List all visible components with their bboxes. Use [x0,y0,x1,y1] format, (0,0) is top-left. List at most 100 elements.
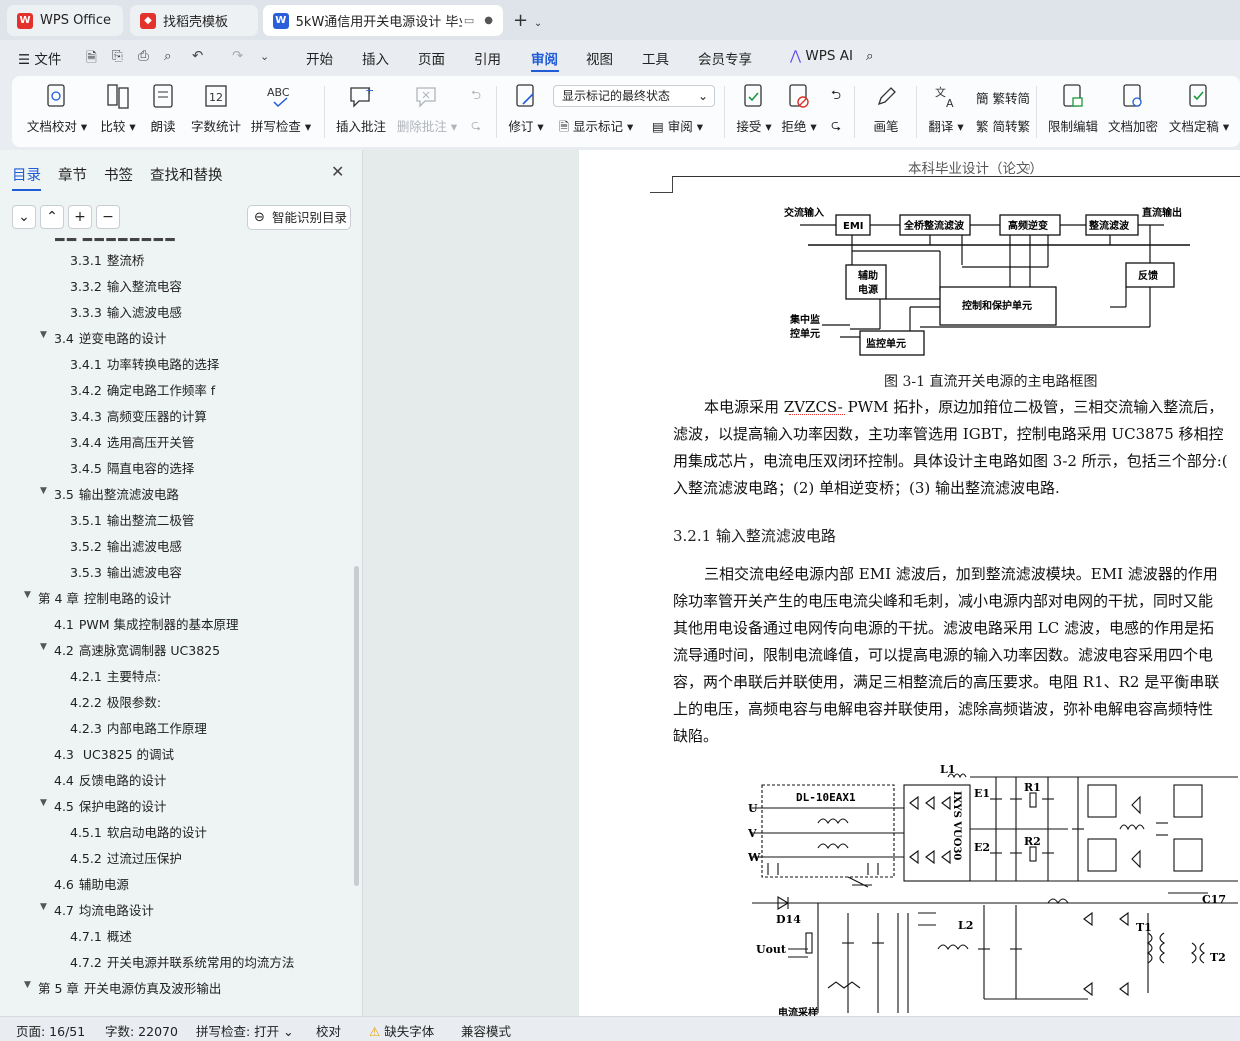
toc-item[interactable]: ▼ 第 5 章开关电源仿真及波形输出 [24,978,221,997]
save-icon[interactable]: 🗎 [86,48,97,71]
export-icon[interactable]: ⎘ [112,48,123,64]
expand-arrow-icon[interactable]: ▼ [40,902,47,912]
toc-item[interactable]: 4.2.3 内部电路工作原理 [70,718,207,737]
redo-icon[interactable]: ↷ [232,48,243,64]
toc-item[interactable]: 3.5.2 输出滤波电感 [70,536,182,555]
status-page[interactable]: 页面: 16/51 [16,1021,85,1040]
next-comment-icon[interactable]: ⮎ [464,116,488,137]
toc-item[interactable]: 4.7.2 开关电源并联系统常用的均流方法 [70,952,294,971]
revise-button[interactable]: 修订 ▾ [506,82,546,135]
toc-item[interactable]: ▼ 4.2 高速脉宽调制器 UC3825 [40,640,220,659]
toc-item[interactable]: 4.6 辅助电源 [54,874,129,893]
undo-icon[interactable]: ↶ [192,48,203,64]
expand-arrow-icon[interactable]: ▼ [40,330,47,340]
doc-check-button[interactable]: 文档校对 ▾ [26,82,88,135]
toc-item[interactable]: 3.4.5 隔直电容的选择 [70,458,194,477]
next-change-icon[interactable]: ⮎ [826,116,846,137]
expand-arrow-icon[interactable]: ▼ [24,980,31,990]
menu-review[interactable]: 审阅 [531,48,558,68]
close-icon[interactable]: ✕ [331,162,344,181]
search-icon[interactable]: ⌕ [866,48,874,64]
read-aloud-button[interactable]: 朗读 [148,82,178,135]
print-icon[interactable]: ⎙ [138,48,149,64]
expand-arrow-icon[interactable]: ▼ [40,798,47,808]
finalize-button[interactable]: 文档定稿 ▾ [1168,82,1230,135]
word-count-button[interactable]: 12 字数统计 [189,82,243,135]
toc-item[interactable]: 3.5.1 输出整流二极管 [70,510,194,529]
menu-file[interactable]: ☰ 文件 [18,48,61,68]
expand-arrow-icon[interactable]: ▼ [24,590,31,600]
toc-item[interactable]: 4.5.2 过流过压保护 [70,848,182,867]
pen-button[interactable]: 画笔 [868,82,904,135]
tab-find-replace[interactable]: 查找和替换 [150,164,223,185]
expand-arrow-icon[interactable]: ▼ [40,486,47,496]
tab-toc[interactable]: 目录 [12,164,41,191]
simp-to-trad-button[interactable]: 繁 简转繁 [976,116,1030,135]
status-proofread[interactable]: 校对 [316,1021,341,1040]
quick-access-dropdown-icon[interactable]: ⌄ [260,50,269,63]
toc-item[interactable]: 4.1 PWM 集成控制器的基本原理 [54,614,239,633]
toc-item[interactable]: 4.2.1 主要特点: [70,666,161,685]
toc-item[interactable]: ▼ 3.4 逆变电路的设计 [40,328,166,347]
collapse-up-button[interactable]: ⌃ [40,205,64,229]
toc-item[interactable]: 4.4 反馈电路的设计 [54,770,166,789]
toc-scrollbar[interactable] [354,566,359,886]
toc-item[interactable]: ▼ 第 4 章控制电路的设计 [24,588,171,607]
remove-heading-button[interactable]: − [96,205,120,229]
menu-home[interactable]: 开始 [306,48,333,68]
chevron-down-icon[interactable]: ⌄ [534,18,542,29]
toc-item[interactable]: 3.3.2 输入整流电容 [70,276,182,295]
expand-down-button[interactable]: ⌄ [12,205,36,229]
tab-daoke-templates[interactable]: ◆ 找稻壳模板 [130,5,258,36]
menu-view[interactable]: 视图 [586,48,613,68]
toc-item[interactable]: 3.4.4 选用高压开关管 [70,432,194,451]
toc-item[interactable]: 3.4.3 高频变压器的计算 [70,406,207,425]
prev-comment-icon[interactable]: ⮌ [464,86,488,107]
reject-button[interactable]: 拒绝 ▾ [779,82,819,135]
menu-reference[interactable]: 引用 [474,48,501,68]
restrict-edit-button[interactable]: 限制编辑 [1046,82,1100,135]
menu-wps-ai[interactable]: ⋀ WPS AI [790,48,853,64]
tab-wps-office[interactable]: W WPS Office [7,5,123,36]
markup-state-select[interactable]: 显示标记的最终状态 ⌄ [553,85,715,107]
menu-insert[interactable]: 插入 [362,48,389,68]
toc-item[interactable]: ▼ 3.5 输出整流滤波电路 [40,484,179,503]
menu-member[interactable]: 会员专享 [698,48,752,68]
toc-item[interactable]: 3.3.1 整流桥 [70,250,144,269]
toc-item[interactable]: 3.4.2 确定电路工作频率 f [70,380,215,399]
monitor-icon[interactable]: ▭ [464,14,474,27]
encrypt-button[interactable]: 文档加密 [1106,82,1160,135]
menu-page[interactable]: 页面 [418,48,445,68]
toc-item[interactable]: 4.2.2 极限参数: [70,692,161,711]
tab-bookmarks[interactable]: 书签 [104,164,133,185]
status-compat-mode[interactable]: 兼容模式 [461,1021,511,1040]
toc-item[interactable]: ▼ 4.5 保护电路的设计 [40,796,166,815]
prev-change-icon[interactable]: ⮌ [826,86,846,107]
translate-button[interactable]: 文A 翻译 ▾ [926,82,966,135]
toc-item[interactable]: ▼ 4.7 均流电路设计 [40,900,154,919]
trad-to-simp-button[interactable]: 簡 繁转简 [976,88,1030,107]
toc-item[interactable]: 3.5.3 输出滤波电容 [70,562,182,581]
toc-item[interactable]: 4.7.1 概述 [70,926,132,945]
tab-dot-icon[interactable]: ● [484,15,493,26]
tab-chapters[interactable]: 章节 [58,164,87,185]
new-tab-button[interactable]: + ⌄ [513,10,542,31]
menu-tools[interactable]: 工具 [642,48,669,68]
toc-item[interactable]: 3.4.1 功率转换电路的选择 [70,354,219,373]
toc-item[interactable]: 3.3.3 输入滤波电感 [70,302,182,321]
print-preview-icon[interactable]: ⌕ [164,48,172,64]
toc-item[interactable]: 4.3 UC3825 的调试 [54,744,174,763]
show-markup-button[interactable]: 🗎 显示标记 ▾ [559,116,633,139]
add-heading-button[interactable]: + [68,205,92,229]
smart-toc-button[interactable]: ⊖ 智能识别目录 [247,205,351,230]
accept-button[interactable]: 接受 ▾ [734,82,774,135]
toc-item[interactable]: 4.5.1 软启动电路的设计 [70,822,207,841]
expand-arrow-icon[interactable]: ▼ [40,642,47,652]
insert-comment-button[interactable]: + 插入批注 [334,82,388,135]
tab-document[interactable]: W 5kW通信用开关电源设计 毕业 ▭ ● [263,5,503,36]
status-spell-check[interactable]: 拼写检查: 打开 ⌄ [196,1021,294,1040]
review-pane-button[interactable]: ▤ 审阅 ▾ [652,116,703,135]
status-word-count[interactable]: 字数: 22070 [105,1021,178,1040]
status-missing-font[interactable]: ⚠ 缺失字体 [369,1021,434,1040]
delete-comment-button[interactable]: 删除批注 ▾ [395,82,459,135]
